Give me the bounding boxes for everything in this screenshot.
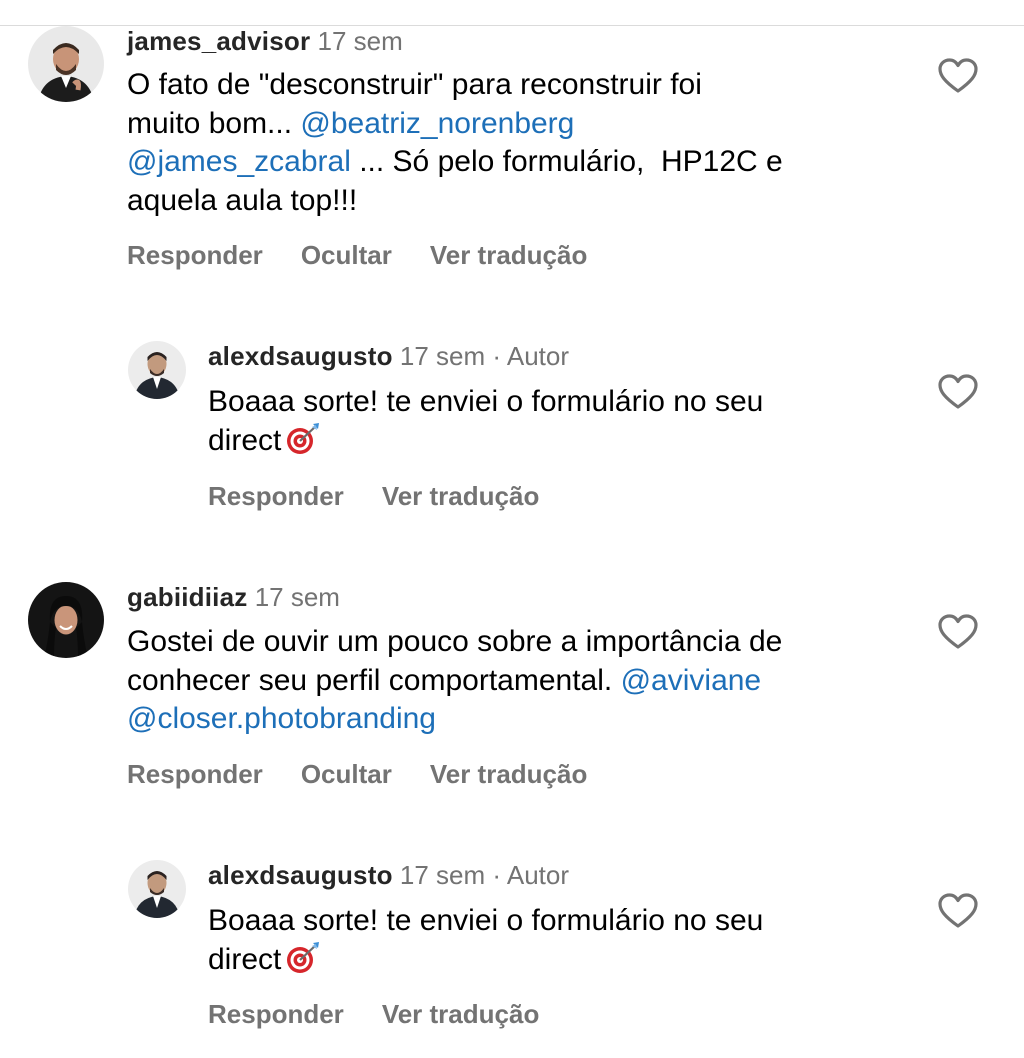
see-translation-button[interactable]: Ver tradução xyxy=(382,481,540,511)
avatar[interactable] xyxy=(128,860,186,918)
timestamp: 17 sem xyxy=(399,860,486,890)
username[interactable]: gabiidiiaz xyxy=(127,582,247,612)
hide-button[interactable]: Ocultar xyxy=(301,240,392,270)
comment-actions: Responder Ocultar Ver tradução xyxy=(127,759,625,789)
username[interactable]: alexdsaugusto xyxy=(208,341,393,371)
reply-button[interactable]: Responder xyxy=(208,481,344,511)
username[interactable]: alexdsaugusto xyxy=(208,860,393,890)
heart-outline-icon[interactable] xyxy=(938,893,978,929)
mention-link[interactable]: @james_zcabral xyxy=(127,145,351,178)
comment-actions: Responder Ocultar Ver tradução xyxy=(127,240,625,270)
separator-dot: · xyxy=(492,860,502,890)
see-translation-button[interactable]: Ver tradução xyxy=(382,999,540,1029)
timestamp: 17 sem xyxy=(317,26,403,56)
reply-button[interactable]: Responder xyxy=(208,999,344,1029)
comment-meta: gabiidiiaz 17 sem xyxy=(127,582,340,612)
comment-actions: Responder Ver tradução xyxy=(208,999,577,1029)
see-translation-button[interactable]: Ver tradução xyxy=(430,240,588,270)
avatar[interactable] xyxy=(128,341,186,399)
comment-meta: james_advisor 17 sem xyxy=(127,26,403,56)
heart-outline-icon[interactable] xyxy=(938,614,978,650)
hide-button[interactable]: Ocultar xyxy=(301,759,392,789)
mention-link[interactable]: @beatriz_norenberg xyxy=(300,107,574,140)
comment-text: Boaaa sorte! te enviei o formulário no s… xyxy=(208,383,763,460)
comment-text: O fato de "desconstruir" para reconstrui… xyxy=(127,66,783,220)
author-badge: Autor xyxy=(506,341,570,371)
heart-outline-icon[interactable] xyxy=(938,58,978,94)
username[interactable]: james_advisor xyxy=(127,26,310,56)
comment-text: Gostei de ouvir um pouco sobre a importâ… xyxy=(127,623,782,739)
comment-text: Boaaa sorte! te enviei o formulário no s… xyxy=(208,902,763,979)
mention-link[interactable]: @aviviane xyxy=(621,664,762,697)
heart-outline-icon[interactable] xyxy=(938,374,978,410)
timestamp: 17 sem xyxy=(254,582,340,612)
comment-meta: alexdsaugusto 17 sem · Autor xyxy=(208,341,569,371)
direct-hit-emoji xyxy=(285,422,321,456)
timestamp: 17 sem xyxy=(399,341,486,371)
mention-link[interactable]: @closer.photobranding xyxy=(127,702,436,735)
author-badge: Autor xyxy=(506,860,570,890)
comment-actions: Responder Ver tradução xyxy=(208,481,577,511)
direct-hit-emoji xyxy=(285,941,321,975)
comment-meta: alexdsaugusto 17 sem · Autor xyxy=(208,860,569,890)
reply-button[interactable]: Responder xyxy=(127,759,263,789)
avatar[interactable] xyxy=(28,582,104,658)
see-translation-button[interactable]: Ver tradução xyxy=(430,759,588,789)
separator-dot: · xyxy=(492,341,502,371)
reply-button[interactable]: Responder xyxy=(127,240,263,270)
avatar[interactable] xyxy=(28,26,104,102)
